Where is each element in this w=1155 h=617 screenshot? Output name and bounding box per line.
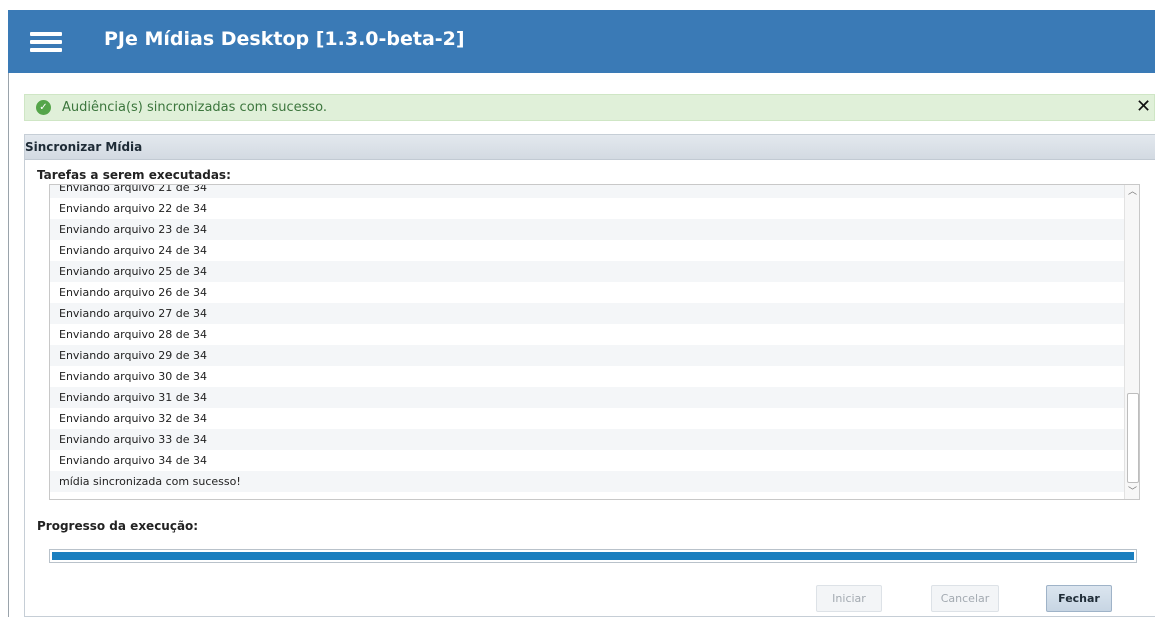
window-border (8, 73, 9, 617)
close-icon[interactable]: ✕ (1136, 96, 1151, 117)
list-item: Enviando arquivo 26 de 34 (59, 286, 207, 299)
close-button[interactable]: Fechar (1046, 585, 1112, 612)
app-header: PJe Mídias Desktop [1.3.0-beta-2] (8, 10, 1155, 73)
panel-title: Sincronizar Mídia (25, 140, 143, 154)
sync-media-panel: Sincronizar Mídia Tarefas a serem execut… (24, 134, 1155, 617)
progress-fill (52, 552, 1134, 560)
list-item: Enviando arquivo 34 de 34 (59, 454, 207, 467)
list-item: Enviando arquivo 30 de 34 (59, 370, 207, 383)
start-button[interactable]: Iniciar (816, 585, 882, 612)
list-item: Enviando arquivo 27 de 34 (50, 303, 1124, 324)
chevron-down-icon[interactable]: ﹀ (1125, 485, 1139, 499)
list-item: Enviando arquivo 29 de 34 (50, 345, 1124, 366)
menu-icon[interactable] (30, 32, 62, 52)
top-strip (0, 0, 1155, 10)
app-title: PJe Mídias Desktop [1.3.0-beta-2] (104, 28, 465, 50)
list-item: mídia sincronizada com sucesso! (50, 471, 1124, 492)
vertical-scrollbar[interactable]: ︿ ﹀ (1124, 185, 1139, 499)
panel-header: Sincronizar Mídia (25, 135, 1155, 160)
progress-label: Progresso da execução: (37, 519, 199, 533)
list-item: Enviando arquivo 31 de 34 (50, 387, 1124, 408)
list-item: Enviando arquivo 25 de 34 (50, 261, 1124, 282)
tasks-label: Tarefas a serem executadas: (37, 168, 231, 182)
list-item: Enviando arquivo 33 de 34 (50, 429, 1124, 450)
scrollbar-thumb[interactable] (1127, 393, 1139, 483)
list-item: Enviando arquivo 22 de 34 (59, 202, 207, 215)
list-item: Enviando arquivo 21 de 34 (50, 185, 1124, 198)
list-item: Enviando arquivo 28 de 34 (59, 328, 207, 341)
task-list[interactable]: Enviando arquivo 21 de 34 Enviando arquiv… (49, 184, 1140, 500)
success-alert: ✓ Audiência(s) sincronizadas com sucesso… (24, 94, 1155, 121)
list-item: Enviando arquivo 23 de 34 (50, 219, 1124, 240)
chevron-up-icon[interactable]: ︿ (1125, 185, 1139, 199)
alert-message: Audiência(s) sincronizadas com sucesso. (62, 100, 328, 115)
progress-bar (49, 549, 1137, 563)
list-item: Enviando arquivo 24 de 34 (59, 244, 207, 257)
cancel-button[interactable]: Cancelar (931, 585, 999, 612)
list-item: Enviando arquivo 32 de 34 (59, 412, 207, 425)
check-circle-icon: ✓ (36, 100, 51, 115)
